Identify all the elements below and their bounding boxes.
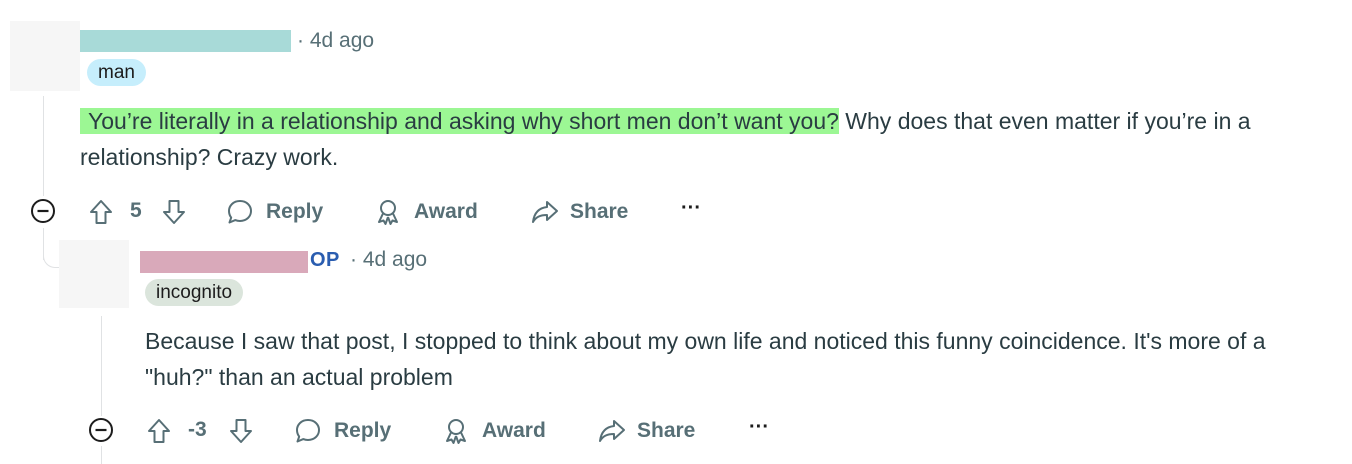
share-icon (532, 201, 558, 223)
user-flair: man (87, 59, 146, 86)
upvote-button[interactable] (146, 417, 172, 445)
collapse-icon (31, 199, 55, 223)
share-label: Share (637, 419, 696, 442)
comment-timestamp: · 4d ago (297, 29, 375, 52)
avatar[interactable] (10, 21, 80, 91)
comment-body: Because I saw that post, I stopped to th… (145, 328, 1266, 390)
upvote-button[interactable] (88, 198, 114, 226)
award-label: Award (414, 200, 478, 223)
vote-count: -3 (188, 418, 207, 441)
reply-button[interactable]: Reply (226, 198, 323, 226)
downvote-button[interactable] (228, 417, 254, 445)
collapse-button[interactable] (30, 198, 56, 224)
upvote-icon (90, 200, 112, 224)
award-label: Award (482, 419, 546, 442)
username-redacted[interactable] (140, 251, 308, 273)
award-icon (378, 200, 398, 225)
reply-label: Reply (266, 200, 324, 223)
highlighted-quote: You’re literally in a relationship and a… (80, 108, 839, 134)
share-label: Share (570, 200, 629, 223)
thread-line (101, 316, 102, 416)
award-button[interactable]: Award (441, 417, 546, 445)
downvote-icon (163, 200, 185, 224)
vote-count: 5 (130, 199, 142, 222)
reply-icon (228, 200, 252, 224)
comment-timestamp: · 4d ago (350, 248, 428, 271)
upvote-icon (148, 419, 170, 443)
collapse-button[interactable] (88, 417, 114, 443)
share-button[interactable]: Share (530, 198, 628, 226)
avatar[interactable] (59, 240, 129, 308)
award-button[interactable]: Award (373, 198, 478, 226)
comment-body: You’re literally in a relationship and a… (80, 103, 1320, 175)
reply-icon (296, 419, 320, 443)
user-flair: incognito (145, 279, 244, 306)
award-icon (446, 419, 466, 444)
share-button[interactable]: Share (597, 417, 695, 445)
share-icon (599, 420, 625, 442)
downvote-icon (230, 419, 252, 443)
more-options-button[interactable]: ··· (749, 416, 769, 439)
downvote-button[interactable] (161, 198, 187, 226)
reply-button[interactable]: Reply (294, 417, 391, 445)
thread-line (43, 96, 44, 196)
thread-connector (43, 248, 59, 268)
collapse-icon (89, 418, 113, 442)
thread-line (101, 446, 102, 464)
reply-label: Reply (334, 419, 392, 442)
username-redacted[interactable] (80, 30, 291, 52)
op-badge: OP (310, 249, 340, 271)
more-options-button[interactable]: ··· (681, 197, 701, 220)
